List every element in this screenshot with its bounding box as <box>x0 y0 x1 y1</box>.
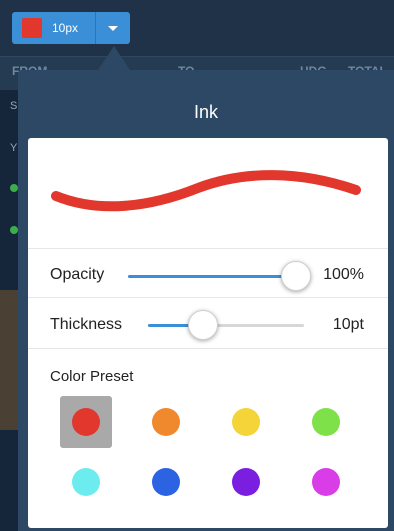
ink-tool-button[interactable]: 10px <box>12 12 96 44</box>
background-row-letter: Y <box>10 142 18 154</box>
ink-options-dropdown-button[interactable] <box>96 12 130 44</box>
thickness-value: 10pt <box>332 316 364 333</box>
color-preset-grid <box>60 396 380 506</box>
color-preset-swatch[interactable] <box>60 396 112 448</box>
thickness-slider-thumb[interactable] <box>187 310 218 340</box>
opacity-slider-thumb[interactable] <box>281 261 311 291</box>
ink-color-swatch <box>22 18 42 38</box>
color-dot <box>72 408 100 436</box>
popover-pointer <box>98 46 130 70</box>
ink-settings-panel: Opacity 100% Thickness 10pt Color Preset <box>28 138 388 528</box>
ink-thickness-label: 10px <box>52 21 79 35</box>
status-dot <box>10 184 18 192</box>
status-dot <box>10 226 18 234</box>
color-dot <box>232 468 260 496</box>
chevron-down-icon <box>108 25 118 31</box>
color-dot <box>152 408 180 436</box>
color-dot <box>232 408 260 436</box>
divider <box>28 297 388 298</box>
color-dot <box>152 468 180 496</box>
color-preset-swatch[interactable] <box>220 396 272 448</box>
thickness-label: Thickness <box>50 316 123 333</box>
color-preset-swatch[interactable] <box>140 396 192 448</box>
stroke-preview <box>51 170 361 212</box>
color-dot <box>312 468 340 496</box>
color-preset-swatch[interactable] <box>300 456 352 508</box>
color-preset-title: Color Preset <box>50 368 134 385</box>
divider <box>28 348 388 349</box>
color-dot <box>72 468 100 496</box>
color-preset-swatch[interactable] <box>220 456 272 508</box>
opacity-value: 100% <box>323 266 364 283</box>
ink-toolbar: 10px <box>12 12 130 44</box>
opacity-slider-track[interactable] <box>128 275 296 278</box>
background-row-letter: S <box>10 100 18 112</box>
opacity-slider-fill <box>128 275 296 278</box>
opacity-label: Opacity <box>50 266 105 283</box>
popover-title: Ink <box>193 102 218 122</box>
color-preset-swatch[interactable] <box>60 456 112 508</box>
thickness-slider-track[interactable] <box>148 324 304 327</box>
color-preset-swatch[interactable] <box>140 456 192 508</box>
divider <box>28 248 388 249</box>
color-dot <box>312 408 340 436</box>
color-preset-swatch[interactable] <box>300 396 352 448</box>
